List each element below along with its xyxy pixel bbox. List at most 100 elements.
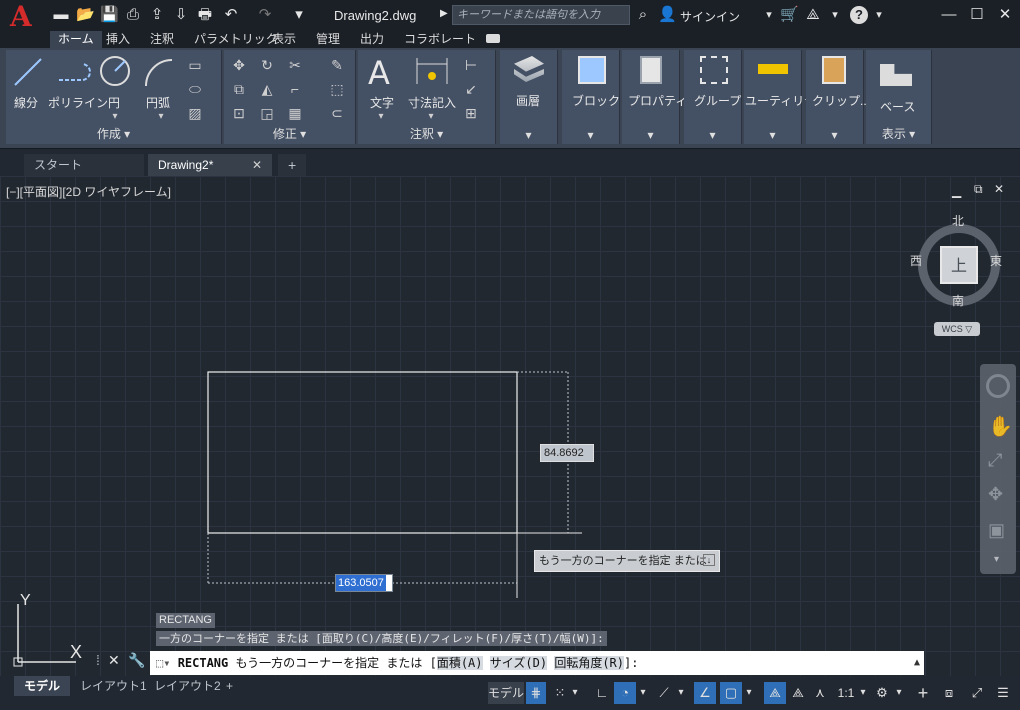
erase-icon[interactable]: ✎: [328, 56, 346, 74]
ortho-icon[interactable]: ∟: [592, 682, 612, 704]
base-view-button[interactable]: ベース: [880, 98, 915, 115]
user-icon[interactable]: 👤: [658, 6, 677, 24]
polyline-button[interactable]: ポリライン: [48, 94, 108, 111]
tab-home[interactable]: ホーム: [50, 31, 102, 48]
command-history-toggle-icon[interactable]: ▲: [914, 651, 920, 675]
line-button[interactable]: 線分: [14, 94, 38, 111]
save-web-icon[interactable]: ⇩: [172, 6, 190, 24]
clipboard-panel[interactable]: クリップ... ▾: [806, 50, 870, 144]
polyline-icon[interactable]: [56, 58, 96, 86]
offset-icon[interactable]: ⊂: [328, 104, 346, 122]
open-web-icon[interactable]: ⇪: [148, 6, 166, 24]
search-icon[interactable]: ⌕: [634, 6, 652, 24]
arc-icon[interactable]: [142, 56, 174, 88]
polar-icon[interactable]: ◔: [614, 682, 636, 704]
tab-manage[interactable]: 管理: [308, 31, 348, 48]
tab-annotate[interactable]: 注釈: [142, 31, 182, 48]
utilities-dropdown-icon[interactable]: ▾: [744, 128, 801, 142]
model-space-button[interactable]: モデル: [488, 682, 524, 704]
search-arrow-icon[interactable]: ▶: [440, 8, 448, 19]
add-layout-button[interactable]: +: [216, 676, 243, 696]
move-icon[interactable]: ✥: [230, 56, 248, 74]
layout-tab-model[interactable]: モデル: [14, 676, 71, 696]
rotate-icon[interactable]: ↻: [258, 56, 276, 74]
draw-panel-label[interactable]: 作成 ▾: [6, 125, 221, 142]
workspace-gear-icon[interactable]: ⚙: [872, 682, 892, 704]
utilities-panel[interactable]: ユーティリティ ▾: [744, 50, 828, 144]
dimension-icon[interactable]: [414, 56, 450, 86]
fillet-icon[interactable]: ⌐: [286, 80, 304, 98]
properties-dropdown-icon[interactable]: ▾: [622, 128, 679, 142]
explode-icon[interactable]: ⬚: [328, 80, 346, 98]
plot-icon[interactable]: 🖶: [196, 6, 214, 24]
option-size[interactable]: サイズ(D): [489, 656, 548, 670]
rectangle-icon[interactable]: ▭: [186, 56, 204, 74]
minimize-icon[interactable]: —: [940, 6, 958, 24]
snap-icon[interactable]: ⁙: [550, 682, 570, 704]
dimension-width-input[interactable]: 163.0507: [335, 574, 393, 592]
polar-dropdown-icon[interactable]: ▾: [638, 682, 648, 704]
command-recent-icon[interactable]: ⬚▾: [156, 656, 178, 670]
ellipse-icon[interactable]: ⬭: [186, 80, 204, 98]
new-icon[interactable]: ▬: [52, 6, 70, 24]
object-snap-tracking-icon[interactable]: ∠: [694, 682, 716, 704]
table-icon[interactable]: ⊞: [462, 104, 480, 122]
mirror-icon[interactable]: ◭: [258, 80, 276, 98]
command-line-close-icon[interactable]: ✕: [108, 652, 120, 669]
text-icon[interactable]: A: [368, 54, 390, 92]
annotation-scale-icon[interactable]: ⋏: [810, 682, 830, 704]
command-line-grip[interactable]: ⁞: [96, 652, 100, 668]
clipboard-dropdown-icon[interactable]: ▾: [806, 128, 863, 142]
command-line-customize-icon[interactable]: 🔧: [128, 652, 145, 669]
option-area[interactable]: 面積(A): [436, 656, 483, 670]
search-input[interactable]: キーワードまたは語句を入力: [452, 5, 630, 25]
layers-panel[interactable]: 画層 ▾: [500, 50, 558, 144]
scale-icon[interactable]: ◲: [258, 104, 276, 122]
copy-icon[interactable]: ⧉: [230, 80, 248, 98]
object-snap-dropdown-icon[interactable]: ▾: [744, 682, 754, 704]
grid-icon[interactable]: ⋕: [526, 682, 546, 704]
tab-output[interactable]: 出力: [352, 31, 392, 48]
annotation-scale-value[interactable]: 1:1: [834, 682, 858, 704]
dimension-dropdown-icon[interactable]: ▾: [422, 108, 440, 126]
circle-dropdown-icon[interactable]: ▾: [106, 108, 124, 126]
drawn-rectangle[interactable]: [207, 371, 518, 534]
new-tab-button[interactable]: +: [278, 154, 307, 177]
line-icon[interactable]: [12, 56, 44, 88]
tab-view[interactable]: 表示: [264, 31, 304, 48]
save-as-icon[interactable]: ⎙: [124, 6, 142, 24]
block-dropdown-icon[interactable]: ▾: [562, 128, 619, 142]
maximize-icon[interactable]: ☐: [968, 6, 986, 24]
arc-dropdown-icon[interactable]: ▾: [152, 108, 170, 126]
annotation-monitor-icon[interactable]: +: [912, 682, 934, 704]
customize-icon[interactable]: ☰: [992, 682, 1014, 704]
stretch-icon[interactable]: ⊡: [230, 104, 248, 122]
annotation-visibility-icon[interactable]: ⟁: [764, 682, 786, 704]
autodesk-a360-icon[interactable]: ⟁: [804, 6, 822, 24]
view-panel-label[interactable]: 表示 ▾: [866, 125, 931, 142]
autocad-logo[interactable]: A: [10, 3, 36, 31]
linear-dimension-icon[interactable]: ⊢: [462, 56, 480, 74]
isolate-objects-icon[interactable]: ⧈: [938, 682, 960, 704]
redo-icon[interactable]: ↷: [256, 6, 274, 24]
auto-scale-icon[interactable]: ⟁: [788, 682, 808, 704]
open-icon[interactable]: 📂: [76, 6, 95, 24]
signin-dropdown-icon[interactable]: ▾: [760, 6, 778, 24]
undo-icon[interactable]: ↶: [222, 6, 240, 24]
block-panel[interactable]: ブロック ▾: [562, 50, 620, 144]
modify-panel-label[interactable]: 修正 ▾: [224, 125, 355, 142]
array-icon[interactable]: ▦: [286, 104, 304, 122]
trim-icon[interactable]: ✂: [286, 56, 304, 74]
annotation-panel-label[interactable]: 注釈 ▾: [358, 125, 495, 142]
save-icon[interactable]: 💾: [100, 6, 119, 24]
hatch-icon[interactable]: ▨: [186, 104, 204, 122]
option-rotation[interactable]: 回転角度(R): [554, 656, 624, 670]
isodraft-dropdown-icon[interactable]: ▾: [676, 682, 686, 704]
base-view-icon[interactable]: [880, 64, 912, 86]
circle-icon[interactable]: [98, 54, 132, 88]
close-icon[interactable]: ✕: [996, 6, 1014, 24]
groups-dropdown-icon[interactable]: ▾: [684, 128, 741, 142]
qat-dropdown-icon[interactable]: ▾: [290, 6, 308, 24]
workspace-dropdown-icon[interactable]: ▾: [894, 682, 904, 704]
help-icon[interactable]: ?: [850, 6, 868, 24]
